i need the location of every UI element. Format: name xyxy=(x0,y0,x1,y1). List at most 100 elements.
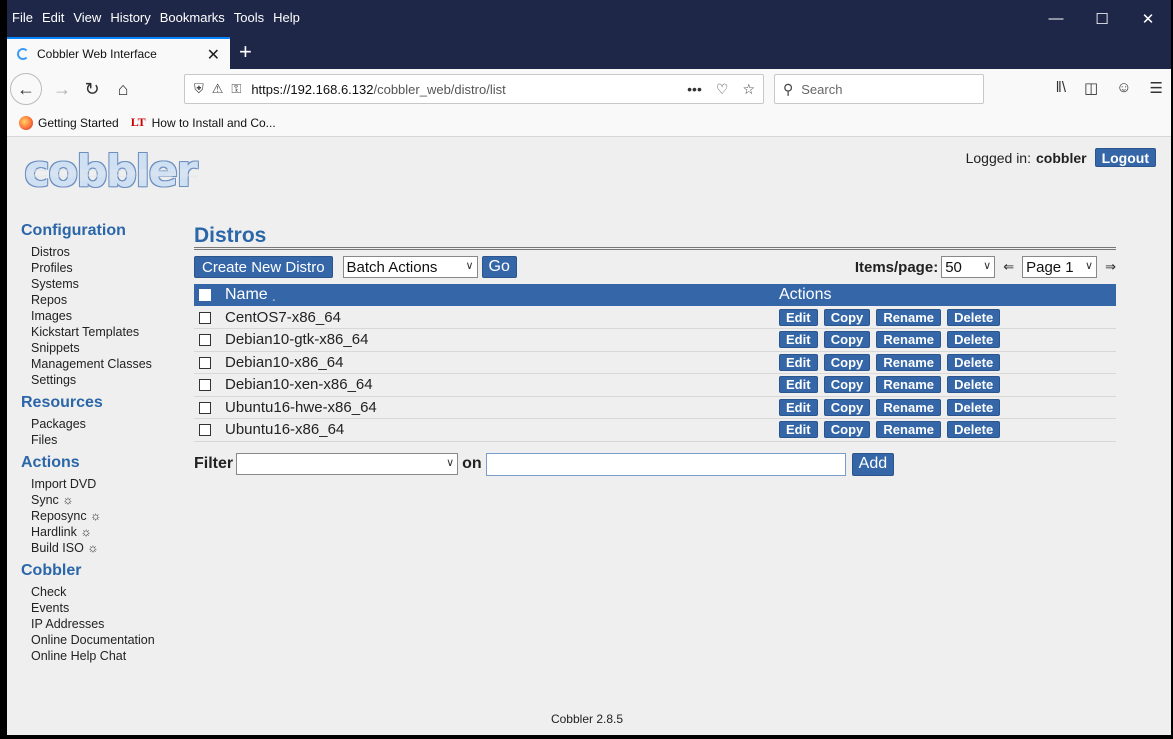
copy-button[interactable]: Copy xyxy=(823,398,871,416)
row-checkbox[interactable] xyxy=(199,311,211,324)
sidebar-icon[interactable]: ◫ xyxy=(1084,79,1098,97)
shield-icon[interactable]: ⛨ xyxy=(194,81,204,97)
edit-button[interactable]: Edit xyxy=(779,308,818,326)
delete-button[interactable]: Delete xyxy=(947,398,1001,416)
library-icon[interactable]: ‖\ xyxy=(1056,79,1066,97)
sidebar-item-online-help-chat[interactable]: Online Help Chat xyxy=(31,648,191,664)
url-bar[interactable]: ⛨ ⚠ ⚿ https://192.168.6.132/cobbler_web/… xyxy=(184,74,764,104)
delete-button[interactable]: Delete xyxy=(947,376,1001,394)
menu-tools[interactable]: Tools xyxy=(234,10,264,25)
rename-button[interactable]: Rename xyxy=(876,376,941,394)
forward-icon[interactable]: → xyxy=(47,74,77,104)
distro-name[interactable]: CentOS7-x86_64 xyxy=(225,306,779,329)
bookmark-how-to-install[interactable]: LT How to Install and Co... xyxy=(131,115,276,130)
delete-button[interactable]: Delete xyxy=(947,353,1001,371)
account-icon[interactable]: ☺ xyxy=(1116,79,1131,97)
bookmark-getting-started[interactable]: Getting Started xyxy=(19,115,119,130)
sidebar-item-images[interactable]: Images xyxy=(31,308,191,324)
copy-button[interactable]: Copy xyxy=(823,331,871,349)
menu-file[interactable]: File xyxy=(12,10,33,25)
sidebar-item-kickstart-templates[interactable]: Kickstart Templates xyxy=(31,324,191,340)
sidebar-item-snippets[interactable]: Snippets xyxy=(31,340,191,356)
copy-button[interactable]: Copy xyxy=(823,308,871,326)
delete-button[interactable]: Delete xyxy=(947,331,1001,349)
column-name[interactable]: Name ˯ xyxy=(225,284,779,306)
sidebar-item-distros[interactable]: Distros xyxy=(31,244,191,260)
row-checkbox[interactable] xyxy=(199,356,211,369)
sidebar-item-build-iso[interactable]: Build ISO ☼ xyxy=(31,540,191,556)
logout-button[interactable]: Logout xyxy=(1094,148,1156,167)
edit-button[interactable]: Edit xyxy=(779,353,818,371)
sidebar-item-reposync[interactable]: Reposync ☼ xyxy=(31,508,191,524)
sidebar-item-ip-addresses[interactable]: IP Addresses xyxy=(31,616,191,632)
menu-bookmarks[interactable]: Bookmarks xyxy=(160,10,225,25)
go-button[interactable]: Go xyxy=(481,256,517,278)
next-page-icon[interactable]: ⇒ xyxy=(1105,259,1116,275)
rename-button[interactable]: Rename xyxy=(876,331,941,349)
sidebar-item-hardlink[interactable]: Hardlink ☼ xyxy=(31,524,191,540)
sidebar-item-import-dvd[interactable]: Import DVD xyxy=(31,476,191,492)
select-all-checkbox[interactable] xyxy=(199,288,211,301)
url-text[interactable]: https://192.168.6.132/cobbler_web/distro… xyxy=(251,82,505,97)
reload-icon[interactable]: ↻ xyxy=(77,74,107,104)
search-input[interactable]: ⚲ Search xyxy=(774,74,984,104)
prev-page-icon[interactable]: ⇐ xyxy=(1003,259,1014,275)
page-actions-icon[interactable]: ••• xyxy=(687,81,702,98)
row-checkbox[interactable] xyxy=(199,334,211,347)
copy-button[interactable]: Copy xyxy=(823,353,871,371)
copy-button[interactable]: Copy xyxy=(823,421,871,439)
edit-button[interactable]: Edit xyxy=(779,398,818,416)
close-tab-icon[interactable]: ✕ xyxy=(207,45,220,65)
page-select[interactable]: Page 1 ∨ xyxy=(1022,256,1098,278)
rename-button[interactable]: Rename xyxy=(876,353,941,371)
distro-name[interactable]: Debian10-gtk-x86_64 xyxy=(225,328,779,352)
sidebar-item-management-classes[interactable]: Management Classes xyxy=(31,356,191,372)
pocket-icon[interactable]: ♡ xyxy=(716,81,729,98)
close-window-icon[interactable]: ✕ xyxy=(1125,0,1171,37)
sidebar-item-check[interactable]: Check xyxy=(31,584,191,600)
edit-button[interactable]: Edit xyxy=(779,376,818,394)
sidebar-item-events[interactable]: Events xyxy=(31,600,191,616)
sidebar-item-files[interactable]: Files xyxy=(31,432,191,448)
edit-button[interactable]: Edit xyxy=(779,331,818,349)
menu-icon[interactable]: ☰ xyxy=(1150,79,1163,97)
tab-cobbler[interactable]: Cobbler Web Interface ✕ xyxy=(7,37,230,69)
minimize-icon[interactable]: — xyxy=(1033,0,1079,37)
sidebar-item-packages[interactable]: Packages xyxy=(31,416,191,432)
filter-value-input[interactable] xyxy=(485,452,846,476)
sidebar-item-sync[interactable]: Sync ☼ xyxy=(31,492,191,508)
sidebar-item-online-documentation[interactable]: Online Documentation xyxy=(31,632,191,648)
row-checkbox[interactable] xyxy=(199,401,211,414)
maximize-icon[interactable]: ☐ xyxy=(1079,0,1125,37)
rename-button[interactable]: Rename xyxy=(876,421,941,439)
key-icon[interactable]: ⚿ xyxy=(231,81,241,97)
create-new-distro-button[interactable]: Create New Distro xyxy=(194,256,333,278)
row-checkbox[interactable] xyxy=(199,379,211,392)
distro-name[interactable]: Ubuntu16-hwe-x86_64 xyxy=(225,396,779,419)
bookmark-star-icon[interactable]: ☆ xyxy=(742,81,755,98)
menu-edit[interactable]: Edit xyxy=(42,10,64,25)
edit-button[interactable]: Edit xyxy=(779,421,818,439)
rename-button[interactable]: Rename xyxy=(876,308,941,326)
delete-button[interactable]: Delete xyxy=(947,308,1001,326)
sidebar-item-settings[interactable]: Settings xyxy=(31,372,191,388)
menu-view[interactable]: View xyxy=(73,10,101,25)
rename-button[interactable]: Rename xyxy=(876,398,941,416)
batch-actions-select[interactable]: Batch Actions ∨ xyxy=(342,256,478,278)
back-icon[interactable]: ← xyxy=(10,73,42,105)
menu-history[interactable]: History xyxy=(110,10,150,25)
items-per-page-select[interactable]: 50 ∨ xyxy=(941,256,996,278)
row-checkbox[interactable] xyxy=(199,424,211,437)
home-icon[interactable]: ⌂ xyxy=(108,74,138,104)
sidebar-item-systems[interactable]: Systems xyxy=(31,276,191,292)
sidebar-item-repos[interactable]: Repos xyxy=(31,292,191,308)
add-filter-button[interactable]: Add xyxy=(851,452,895,476)
distro-name[interactable]: Ubuntu16-x86_64 xyxy=(225,418,779,442)
menu-help[interactable]: Help xyxy=(273,10,300,25)
new-tab-icon[interactable]: + xyxy=(239,39,252,65)
delete-button[interactable]: Delete xyxy=(947,421,1001,439)
distro-name[interactable]: Debian10-x86_64 xyxy=(225,351,779,374)
copy-button[interactable]: Copy xyxy=(823,376,871,394)
distro-name[interactable]: Debian10-xen-x86_64 xyxy=(225,373,779,397)
sidebar-item-profiles[interactable]: Profiles xyxy=(31,260,191,276)
